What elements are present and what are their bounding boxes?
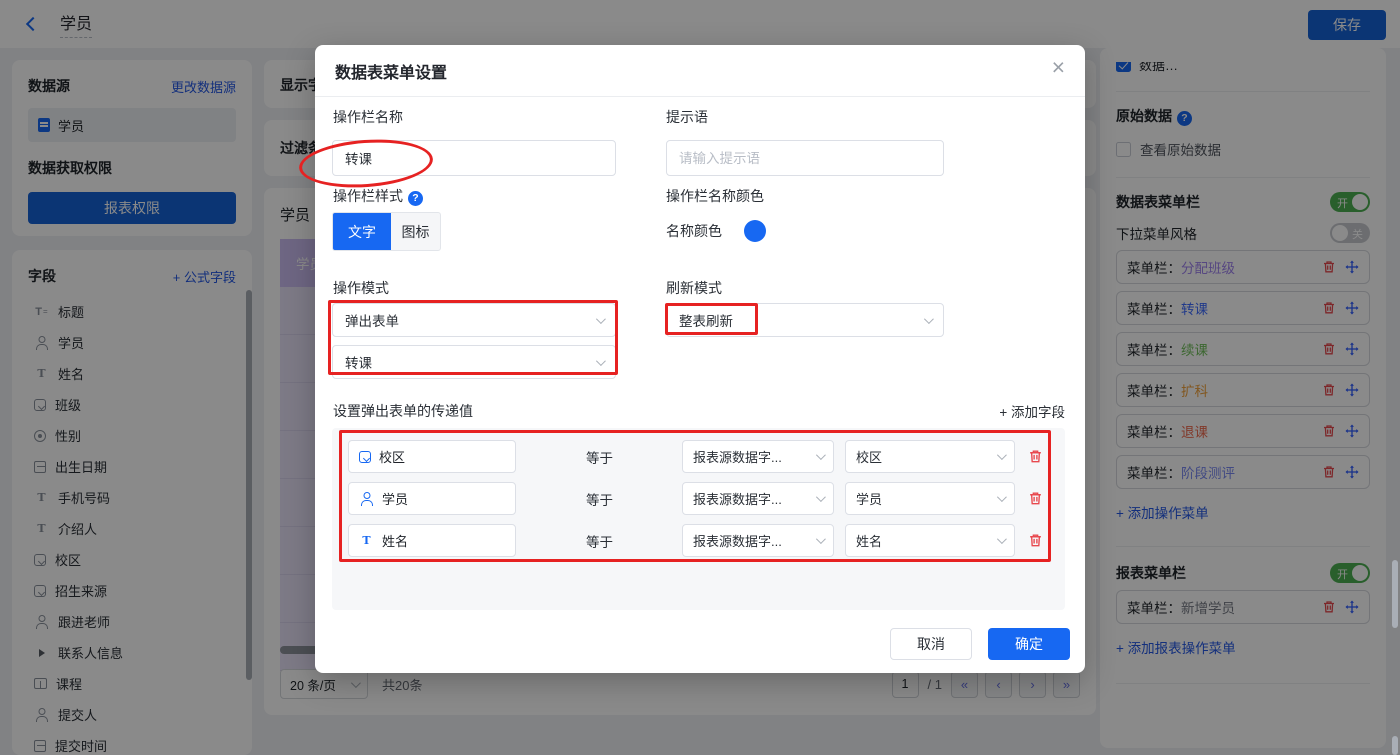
action-name-input[interactable] <box>332 140 616 176</box>
chevron-down-icon <box>815 534 826 545</box>
transfer-values-label: 设置弹出表单的传递值 <box>333 403 473 419</box>
refresh-label: 刷新模式 <box>666 280 722 296</box>
chevron-down-icon <box>923 313 934 324</box>
value-select[interactable]: 校区 <box>845 440 1015 473</box>
style-label: 操作栏样式? <box>333 186 423 206</box>
style-segmented-control: 文字 图标 <box>332 212 441 251</box>
modal-title: 数据表菜单设置 <box>315 45 1085 97</box>
trash-icon[interactable] <box>1028 533 1043 548</box>
name-color-label: 操作栏名称颜色 <box>666 188 764 204</box>
source-select[interactable]: 报表源数据字... <box>682 440 834 473</box>
window-scrollbar[interactable] <box>1392 736 1398 755</box>
close-icon[interactable]: × <box>1052 56 1065 79</box>
name-color-row: 名称颜色 <box>666 220 766 242</box>
trash-icon[interactable] <box>1028 449 1043 464</box>
operator-label: 等于 <box>586 450 613 466</box>
color-swatch[interactable] <box>744 220 766 242</box>
chevron-down-icon <box>996 450 1007 461</box>
tip-input[interactable] <box>666 140 944 176</box>
transfer-values-panel: 校区 等于 报表源数据字... 校区 学员 等于 报表源数据字... 学员 姓名… <box>332 428 1065 610</box>
field-box[interactable]: 校区 <box>348 440 516 473</box>
source-select[interactable]: 报表源数据字... <box>682 524 834 557</box>
mode-label: 操作模式 <box>333 280 389 296</box>
value-select[interactable]: 姓名 <box>845 524 1015 557</box>
action-name-label: 操作栏名称 <box>333 109 403 125</box>
style-option-icon[interactable]: 图标 <box>391 213 440 250</box>
window-scrollbar[interactable] <box>1392 560 1398 628</box>
chevron-down-icon <box>815 492 826 503</box>
select-icon <box>359 450 371 463</box>
transfer-row-student: 学员 等于 报表源数据字... 学员 <box>348 482 1065 515</box>
mode-form-select[interactable]: 转课 <box>332 345 616 379</box>
transfer-row-name: 姓名 等于 报表源数据字... 姓名 <box>348 524 1065 557</box>
refresh-select[interactable]: 整表刷新 <box>666 303 944 337</box>
help-icon[interactable]: ? <box>408 190 423 206</box>
person-icon <box>359 492 374 506</box>
chevron-down-icon <box>996 492 1007 503</box>
field-box[interactable]: 学员 <box>348 482 516 515</box>
mode-select[interactable]: 弹出表单 <box>332 303 616 337</box>
style-option-text[interactable]: 文字 <box>333 213 391 250</box>
cancel-button[interactable]: 取消 <box>890 628 972 660</box>
trash-icon[interactable] <box>1028 491 1043 506</box>
operator-label: 等于 <box>586 492 613 508</box>
operator-label: 等于 <box>586 534 613 550</box>
field-box[interactable]: 姓名 <box>348 524 516 557</box>
chevron-down-icon <box>595 355 606 366</box>
chevron-down-icon <box>996 534 1007 545</box>
text-icon <box>359 534 374 548</box>
source-select[interactable]: 报表源数据字... <box>682 482 834 515</box>
tip-label: 提示语 <box>666 109 708 125</box>
chevron-down-icon <box>815 450 826 461</box>
value-select[interactable]: 学员 <box>845 482 1015 515</box>
chevron-down-icon <box>595 313 606 324</box>
table-menu-settings-modal: 数据表菜单设置 × 操作栏名称 提示语 操作栏样式? 文字 图标 操作栏名称颜色… <box>315 45 1085 673</box>
add-field-link[interactable]: + 添加字段 <box>999 401 1065 421</box>
transfer-row-campus: 校区 等于 报表源数据字... 校区 <box>348 440 1065 473</box>
app-root: 学员 保存 数据源 更改数据源 学员 数据获取权限 报表权限 字段 + 公式字段… <box>0 0 1400 755</box>
confirm-button[interactable]: 确定 <box>988 628 1070 660</box>
